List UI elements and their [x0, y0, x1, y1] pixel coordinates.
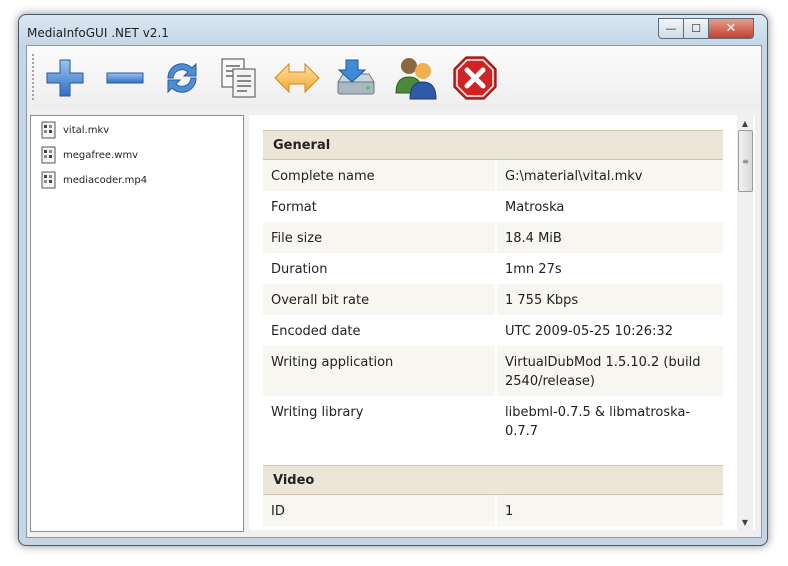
field-value: UTC 2009-05-25 10:26:32 [495, 315, 723, 346]
video-file-icon [41, 146, 56, 164]
copy-button[interactable] [215, 53, 263, 103]
export-icon [337, 59, 375, 95]
export-button[interactable] [332, 53, 380, 103]
section-title: General [273, 137, 331, 153]
refresh-button[interactable] [158, 53, 206, 103]
list-item[interactable]: vital.mkv [41, 120, 109, 140]
stop-button[interactable] [451, 53, 499, 103]
app-window: MediaInfoGUI .NET v2.1 — ☐ ✕ vital.mkv m… [18, 14, 768, 546]
users-button[interactable] [393, 53, 441, 103]
table-row: ID 1 [263, 495, 723, 526]
file-label: megafree.wmv [63, 149, 139, 161]
table-row: Duration 1mn 27s [263, 253, 723, 284]
field-value: 1 [495, 495, 723, 526]
field-value: 1mn 27s [495, 253, 723, 284]
stop-icon [453, 56, 497, 100]
refresh-icon [167, 62, 197, 94]
field-value: libebml-0.7.5 & libmatroska-0.7.7 [495, 396, 723, 446]
table-row: Format Matroska [263, 191, 723, 222]
section-header-general: General [263, 130, 723, 160]
toolbar-grip[interactable] [32, 54, 36, 100]
field-value: 1 755 Kbps [495, 284, 723, 315]
table-row: Complete name G:\material\vital.mkv [263, 160, 723, 191]
field-name: ID [263, 495, 495, 526]
title-bar[interactable]: MediaInfoGUI .NET v2.1 — ☐ ✕ [19, 15, 767, 45]
file-label: vital.mkv [63, 124, 110, 136]
section-header-video: Video [263, 465, 723, 495]
field-name: Encoded date [263, 315, 495, 346]
copy-icon [221, 58, 256, 98]
scroll-down-arrow-icon[interactable]: ▼ [737, 514, 753, 530]
video-file-icon [41, 171, 56, 189]
field-name: Writing application [263, 346, 495, 396]
list-item[interactable]: megafree.wmv [41, 145, 138, 165]
remove-button[interactable] [101, 53, 149, 103]
scroll-thumb[interactable]: ≡ [738, 130, 753, 192]
users-icon [395, 58, 437, 100]
compare-icon [274, 62, 320, 94]
vertical-scrollbar[interactable]: ▲ ≡ ▼ [737, 115, 753, 530]
minimize-button[interactable]: — [658, 18, 684, 39]
table-row: File size 18.4 MiB [263, 222, 723, 253]
field-name: Writing library [263, 396, 495, 446]
list-item[interactable]: mediacoder.mp4 [41, 170, 147, 190]
table-row: Writing application VirtualDubMod 1.5.10… [263, 346, 723, 396]
caption-buttons: — ☐ ✕ [658, 18, 754, 39]
close-button[interactable]: ✕ [709, 18, 754, 39]
field-value: 18.4 MiB [495, 222, 723, 253]
field-name: Complete name [263, 160, 495, 191]
media-info-panel: General Complete name G:\material\vital.… [249, 115, 755, 530]
compare-button[interactable] [273, 53, 321, 103]
video-file-icon [41, 121, 56, 139]
field-value: Matroska [495, 191, 723, 222]
remove-icon [106, 72, 144, 84]
table-row: Writing library libebml-0.7.5 & libmatro… [263, 396, 723, 446]
file-list: vital.mkv megafree.wmv mediacoder.mp4 [30, 115, 244, 532]
field-value: G:\material\vital.mkv [495, 160, 723, 191]
table-row: Encoded date UTC 2009-05-25 10:26:32 [263, 315, 723, 346]
table-row: Overall bit rate 1 755 Kbps [263, 284, 723, 315]
window-title: MediaInfoGUI .NET v2.1 [27, 26, 169, 40]
section-title: Video [273, 472, 315, 488]
toolbar [27, 46, 761, 108]
add-icon [46, 59, 84, 97]
maximize-button[interactable]: ☐ [684, 18, 709, 39]
field-name: Overall bit rate [263, 284, 495, 315]
scroll-up-arrow-icon[interactable]: ▲ [737, 115, 753, 131]
field-value: VirtualDubMod 1.5.10.2 (build 2540/relea… [495, 346, 723, 396]
field-name: File size [263, 222, 495, 253]
field-name: Format [263, 191, 495, 222]
field-name: Duration [263, 253, 495, 284]
client-area: vital.mkv megafree.wmv mediacoder.mp4 Ge… [26, 45, 762, 538]
add-button[interactable] [41, 53, 89, 103]
file-label: mediacoder.mp4 [63, 174, 148, 186]
